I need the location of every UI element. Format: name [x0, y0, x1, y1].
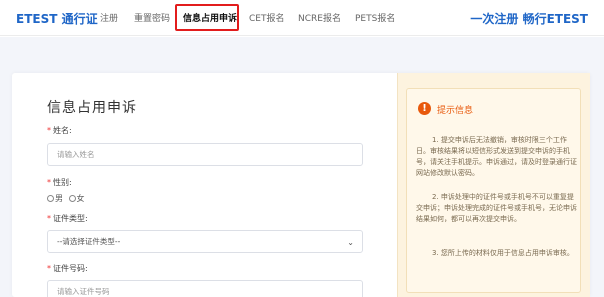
chevron-down-icon: ⌄ [347, 238, 354, 247]
nav-register[interactable]: 注册 [100, 11, 118, 24]
brand-suffix: 通行证 [61, 12, 98, 26]
name-input[interactable]: 请输入姓名 [47, 143, 363, 166]
required-mark: * [47, 214, 51, 223]
tip-item-1: 1. 提交申诉后无法撤销，审核时限三个工作日。审核结果将以短信形式发送到提交申诉… [416, 136, 577, 177]
tip-item-3: 3. 您所上传的材料仅用于信息占用申诉审核。 [432, 249, 574, 257]
id-type-selected: --请选择证件类型-- [57, 237, 121, 246]
tip-item-2: 2. 申诉处理中的证件号或手机号不可以重复提交申诉；申诉处理完成的证件号或手机号… [416, 193, 577, 223]
id-type-label: * 证件类型: [47, 214, 88, 223]
gender-radio-group: 男 女 [47, 193, 85, 204]
required-mark: * [47, 178, 51, 187]
exclamation-icon: ! [418, 102, 431, 115]
nav-pets-signup[interactable]: PETS报名 [355, 11, 395, 24]
nav-reset-password[interactable]: 重置密码 [134, 11, 170, 24]
nav-cet-signup[interactable]: CET报名 [249, 11, 284, 24]
gender-male-label: 男 [55, 194, 63, 203]
gender-radio-female[interactable] [68, 195, 76, 202]
gender-radio-male[interactable] [47, 195, 54, 202]
brand-name: ETEST [16, 12, 58, 26]
id-type-select[interactable]: --请选择证件类型-- ⌄ [47, 230, 363, 253]
gender-label: * 性别: [47, 178, 72, 187]
brand-logo[interactable]: ETEST 通行证 [16, 10, 98, 27]
name-label: * 姓名: [47, 126, 72, 135]
id-number-input[interactable]: 请输入证件号码 [47, 280, 363, 297]
nav-ncre-signup[interactable]: NCRE报名 [298, 11, 341, 24]
active-nav-highlight [175, 4, 239, 31]
required-mark: * [47, 126, 51, 135]
top-navbar: ETEST 通行证 注册 重置密码 信息占用申诉 CET报名 NCRE报名 PE… [0, 0, 604, 36]
required-mark: * [47, 264, 51, 273]
id-number-label: * 证件号码: [47, 264, 88, 273]
gender-female-label: 女 [76, 194, 85, 203]
tips-card [406, 88, 581, 293]
form-title: 信息占用申诉 [47, 100, 137, 116]
tips-title: 提示信息 [437, 106, 474, 116]
header-slogan: 一次注册 畅行ETEST [470, 12, 588, 26]
